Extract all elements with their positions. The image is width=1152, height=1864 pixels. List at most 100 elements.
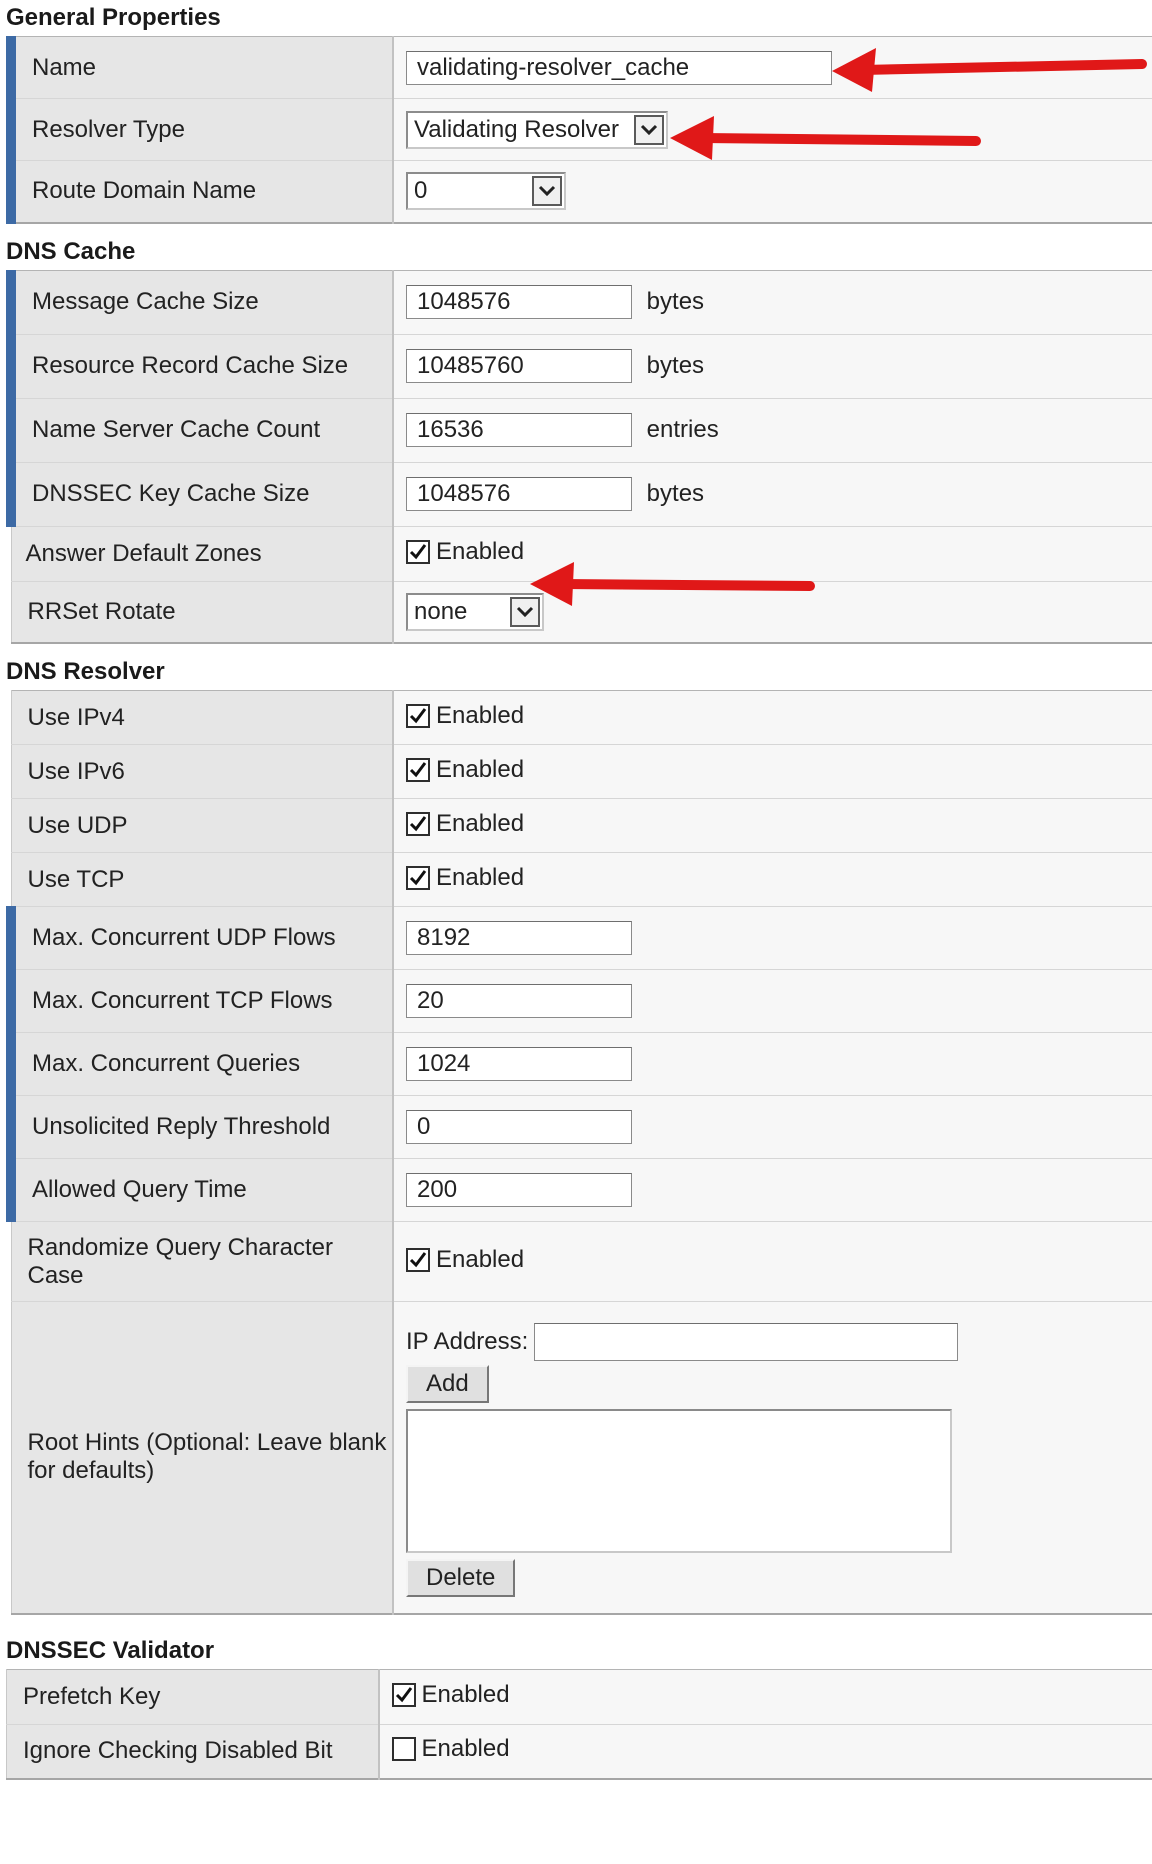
ipv6-text: Enabled (436, 756, 525, 783)
dns-cache-header: DNS Cache (0, 233, 1152, 270)
randomize-cell: Enabled (393, 1221, 1152, 1302)
tcp-control[interactable]: Enabled (406, 864, 524, 892)
resolver-type-label: Resolver Type (6, 98, 394, 161)
query-time-cell (393, 1158, 1152, 1222)
tcp-text: Enabled (436, 864, 525, 891)
query-time-input[interactable] (406, 1173, 632, 1207)
root-hints-list[interactable] (406, 1409, 952, 1554)
delete-button[interactable]: Delete (406, 1559, 516, 1598)
randomize-control[interactable]: Enabled (406, 1246, 524, 1274)
randomize-checkbox[interactable] (406, 1248, 430, 1272)
check-mark-icon (409, 870, 427, 886)
name-cell (393, 36, 1152, 99)
ignore-cd-row: Ignore Checking Disabled Bit Enabled (6, 1724, 1152, 1780)
ignore-cd-label: Ignore Checking Disabled Bit (6, 1724, 380, 1780)
tcp-checkbox[interactable] (406, 866, 430, 890)
ns-cache-row: Name Server Cache Count entries (6, 398, 1152, 463)
ip-address-input[interactable] (534, 1323, 959, 1362)
ipv6-control[interactable]: Enabled (406, 756, 524, 784)
ip-address-row: IP Address: (406, 1321, 1152, 1363)
queries-input[interactable] (406, 1047, 632, 1081)
rrset-cell: none (393, 581, 1152, 644)
message-cache-input[interactable] (406, 285, 632, 319)
udp-flows-cell (393, 906, 1152, 970)
dnssec-cache-label: DNSSEC Key Cache Size (6, 462, 394, 527)
dns-cache-table: Message Cache Size bytes Resource Record… (6, 269, 1152, 644)
route-domain-select[interactable]: 0 (406, 172, 566, 211)
ipv6-label: Use IPv6 (10, 744, 394, 799)
ignore-cd-checkbox[interactable] (391, 1736, 416, 1761)
rr-cache-row: Resource Record Cache Size bytes (6, 334, 1152, 399)
tcp-flows-input[interactable] (406, 984, 632, 1018)
answer-default-checkbox[interactable] (406, 540, 430, 564)
rr-cache-cell: bytes (393, 334, 1152, 399)
rr-cache-input[interactable] (406, 349, 632, 383)
ipv6-row: Use IPv6 Enabled (10, 744, 1152, 799)
name-input[interactable] (406, 50, 832, 85)
add-button[interactable]: Add (406, 1365, 489, 1404)
queries-cell (393, 1032, 1152, 1096)
resolver-type-select[interactable]: Validating Resolver (406, 110, 668, 149)
prefetch-label: Prefetch Key (6, 1669, 380, 1725)
prefetch-control[interactable]: Enabled (391, 1681, 510, 1709)
root-hints-row: Root Hints (Optional: Leave blank for de… (10, 1301, 1152, 1614)
rrset-select[interactable]: none (406, 592, 544, 631)
ipv4-cell: Enabled (393, 690, 1152, 745)
message-cache-cell: bytes (393, 270, 1152, 335)
check-mark-icon (395, 1687, 412, 1703)
general-properties-table: Name Resolver Type Validating Resolver R… (6, 36, 1152, 224)
chevron-down-icon[interactable] (634, 114, 664, 145)
ignore-cd-cell: Enabled (378, 1724, 1152, 1780)
ns-cache-input[interactable] (406, 413, 632, 447)
ipv4-checkbox[interactable] (406, 704, 430, 728)
prefetch-text: Enabled (421, 1681, 510, 1708)
ipv6-checkbox[interactable] (406, 758, 430, 782)
tcp-flows-cell (393, 969, 1152, 1033)
ip-address-label: IP Address: (406, 1328, 529, 1356)
udp-row: Use UDP Enabled (10, 798, 1152, 853)
ipv4-control[interactable]: Enabled (406, 702, 524, 730)
unsolicited-row: Unsolicited Reply Threshold (6, 1095, 1152, 1159)
ignore-cd-text: Enabled (421, 1734, 510, 1762)
check-mark-icon (409, 762, 427, 778)
ipv6-cell: Enabled (393, 744, 1152, 799)
resolver-type-row: Resolver Type Validating Resolver (6, 98, 1152, 161)
query-time-label: Allowed Query Time (6, 1158, 394, 1222)
answer-default-control[interactable]: Enabled (406, 538, 524, 566)
properties-page: General Properties Name Resolver Type Va… (0, 0, 1152, 1780)
prefetch-row: Prefetch Key Enabled (6, 1669, 1152, 1725)
ipv4-text: Enabled (436, 702, 525, 729)
route-domain-label: Route Domain Name (6, 160, 394, 223)
resolver-type-value: Validating Resolver (414, 115, 619, 143)
chevron-down-icon[interactable] (532, 176, 562, 207)
chevron-down-icon[interactable] (510, 596, 540, 627)
tcp-row: Use TCP Enabled (10, 852, 1152, 907)
message-cache-row: Message Cache Size bytes (6, 270, 1152, 335)
unsolicited-input[interactable] (406, 1110, 632, 1144)
randomize-label: Randomize Query Character Case (10, 1221, 394, 1302)
udp-checkbox[interactable] (406, 812, 430, 836)
udp-flows-row: Max. Concurrent UDP Flows (6, 906, 1152, 970)
ns-cache-label: Name Server Cache Count (6, 398, 394, 463)
unsolicited-cell (393, 1095, 1152, 1159)
answer-default-cell: Enabled (393, 526, 1152, 582)
ignore-cd-control[interactable]: Enabled (391, 1734, 510, 1763)
dnssec-cache-unit: bytes (646, 480, 705, 507)
query-time-row: Allowed Query Time (6, 1158, 1152, 1222)
udp-control[interactable]: Enabled (406, 810, 524, 838)
answer-default-label: Answer Default Zones (10, 526, 394, 582)
udp-flows-input[interactable] (406, 921, 632, 955)
name-row: Name (6, 36, 1152, 99)
udp-flows-label: Max. Concurrent UDP Flows (6, 906, 394, 970)
queries-label: Max. Concurrent Queries (6, 1032, 394, 1096)
tcp-cell: Enabled (393, 852, 1152, 907)
prefetch-checkbox[interactable] (391, 1683, 416, 1707)
dns-resolver-table: Use IPv4 Enabled Use IPv6 Enabled Use UD… (6, 690, 1152, 1615)
dnssec-cache-input[interactable] (406, 477, 632, 511)
ipv4-row: Use IPv4 Enabled (10, 690, 1152, 745)
route-domain-row: Route Domain Name 0 (6, 160, 1152, 223)
udp-label: Use UDP (10, 798, 394, 853)
rr-cache-label: Resource Record Cache Size (6, 334, 394, 399)
check-mark-icon (409, 1252, 427, 1268)
check-mark-icon (409, 544, 427, 560)
